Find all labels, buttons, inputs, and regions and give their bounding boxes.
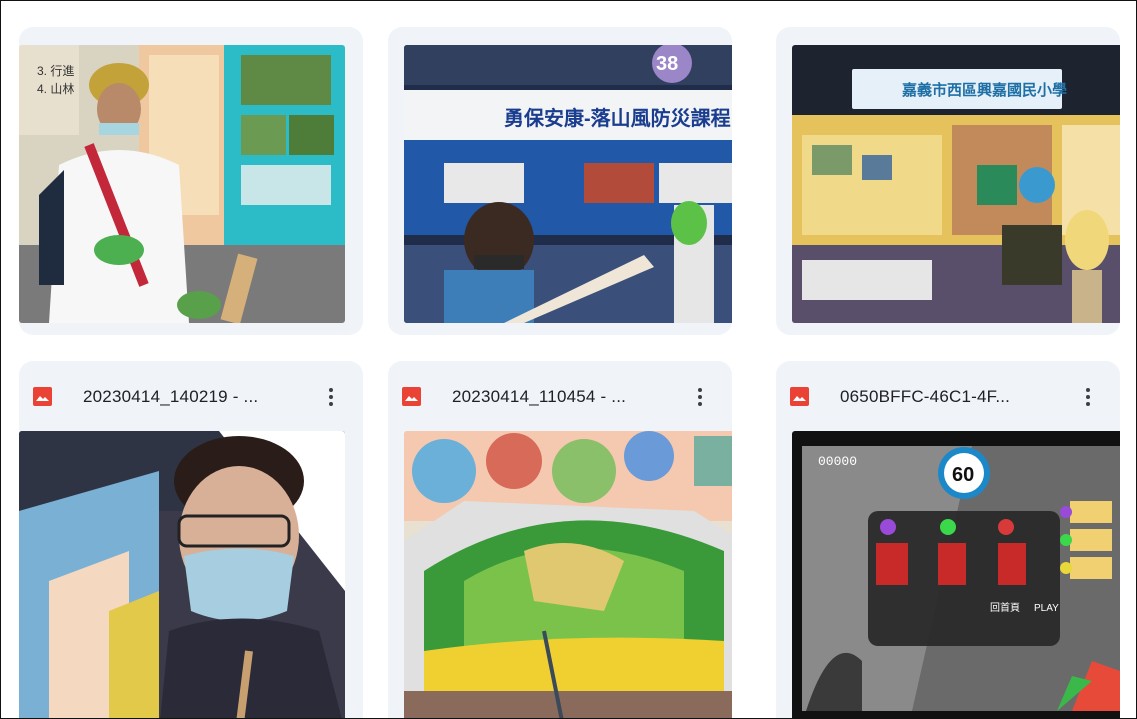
svg-text:PLAY: PLAY xyxy=(1034,603,1059,614)
file-name[interactable]: 0650BFFC-46C1-4F... xyxy=(840,387,1010,407)
file-card[interactable]: 勇保安康-落山風防災課程 38 xyxy=(388,27,732,335)
file-name[interactable]: 20230414_110454 - ... xyxy=(452,387,626,407)
file-card[interactable]: 20230414_110454 - ... xyxy=(388,361,732,718)
svg-text:60: 60 xyxy=(952,464,974,486)
file-card[interactable]: 3. 行進 4. 山林 xyxy=(19,27,363,335)
svg-text:回首頁: 回首頁 xyxy=(990,601,1020,614)
file-thumbnail[interactable]: 嘉義市西區興嘉國民小學 xyxy=(792,45,1120,323)
file-thumbnail[interactable] xyxy=(404,431,732,718)
file-thumbnail[interactable]: 3. 行進 4. 山林 xyxy=(19,45,345,323)
svg-text:3. 行進: 3. 行進 xyxy=(37,64,74,78)
svg-text:38: 38 xyxy=(656,53,678,75)
svg-text:00000: 00000 xyxy=(818,454,857,469)
file-card[interactable]: 嘉義市西區興嘉國民小學 xyxy=(776,27,1120,335)
file-thumbnail[interactable] xyxy=(19,431,345,718)
more-options-icon[interactable] xyxy=(688,383,712,411)
svg-text:勇保安康-落山風防災課程: 勇保安康-落山風防災課程 xyxy=(504,106,731,130)
card-header: 20230414_110454 - ... xyxy=(388,361,732,429)
image-icon xyxy=(402,387,421,406)
file-card[interactable]: 0650BFFC-46C1-4F... 00000 60 回首頁 PLAY xyxy=(776,361,1120,718)
file-grid: 3. 行進 4. 山林 勇保安康-落山風防災課程 38 嘉義市西區興嘉國民小學 … xyxy=(0,0,1137,719)
card-header: 0650BFFC-46C1-4F... xyxy=(776,361,1120,429)
file-thumbnail[interactable]: 勇保安康-落山風防災課程 38 xyxy=(404,45,732,323)
card-header: 20230414_140219 - ... xyxy=(19,361,363,429)
more-options-icon[interactable] xyxy=(319,383,343,411)
more-options-icon[interactable] xyxy=(1076,383,1100,411)
file-name[interactable]: 20230414_140219 - ... xyxy=(83,387,258,407)
svg-text:4. 山林: 4. 山林 xyxy=(37,82,74,96)
svg-text:嘉義市西區興嘉國民小學: 嘉義市西區興嘉國民小學 xyxy=(901,81,1067,99)
image-icon xyxy=(790,387,809,406)
file-card[interactable]: 20230414_140219 - ... xyxy=(19,361,363,718)
image-icon xyxy=(33,387,52,406)
file-thumbnail[interactable]: 00000 60 回首頁 PLAY xyxy=(792,431,1120,718)
